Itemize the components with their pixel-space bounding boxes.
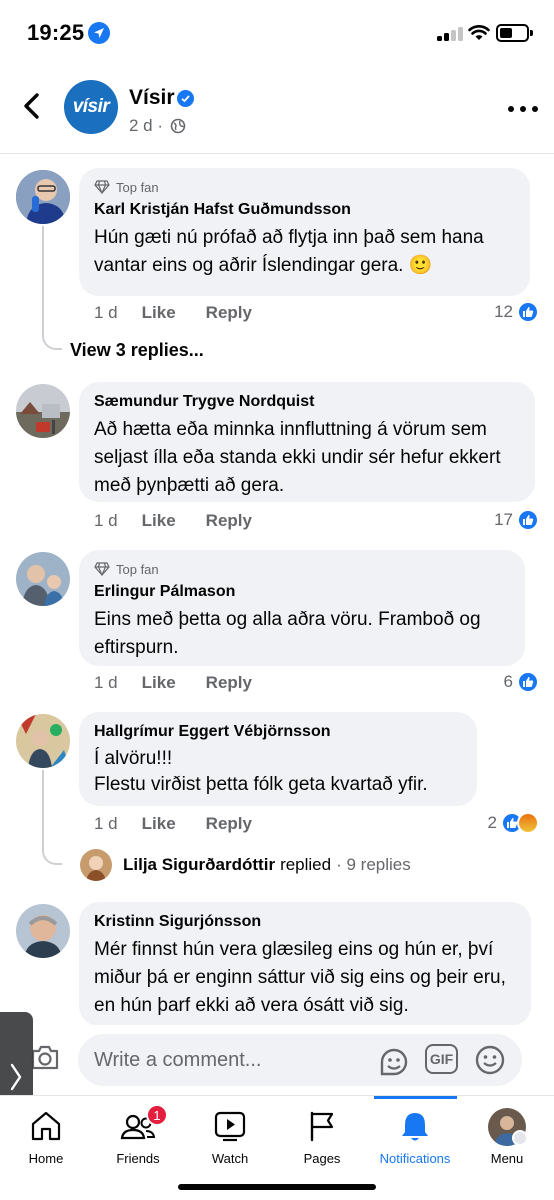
- flag-icon: [310, 1111, 334, 1142]
- comment-author[interactable]: Sæmundur Trygve Nordquist: [94, 392, 520, 412]
- reaction-summary[interactable]: 17: [494, 509, 539, 531]
- comment-author[interactable]: Erlingur Pálmason: [94, 582, 510, 602]
- comment-bubble: Top fan Erlingur Pálmason Eins með þetta…: [79, 550, 525, 666]
- comment-bubble: Hallgrímur Eggert Vébjörnsson Í alvöru!!…: [79, 712, 477, 806]
- watch-icon: [214, 1111, 246, 1142]
- reply-count: · 9 replies: [336, 855, 411, 874]
- reply-author: Lilja Sigurðardóttir: [123, 855, 276, 874]
- page-name[interactable]: Vísir: [129, 86, 175, 110]
- like-reaction-icon: [517, 301, 539, 323]
- bell-icon: [402, 1113, 428, 1141]
- view-replies-link[interactable]: View 3 replies...: [70, 340, 204, 361]
- nav-pages-label: Pages: [303, 1151, 341, 1166]
- nav-home-label: Home: [28, 1151, 64, 1166]
- nav-pages[interactable]: Pages: [276, 1096, 368, 1176]
- status-bar: 19:25: [0, 0, 554, 66]
- status-time: 19:25: [27, 20, 85, 45]
- globe-icon: [170, 118, 186, 134]
- reaction-count: 6: [503, 672, 513, 691]
- friends-badge: 1: [146, 1104, 168, 1126]
- location-arrow-icon: [88, 22, 110, 44]
- nav-friends[interactable]: 1 Friends: [92, 1096, 184, 1176]
- nav-watch[interactable]: Watch: [184, 1096, 276, 1176]
- comment-text: Mér finnst hún vera glæsileg eins og hún…: [94, 939, 506, 1016]
- avatar[interactable]: [16, 552, 70, 606]
- post-age: 2 d ·: [129, 116, 164, 135]
- post-header: vísir Vísir 2 d ·: [0, 66, 554, 154]
- more-options-button[interactable]: [508, 104, 538, 114]
- reaction-count: 17: [494, 510, 513, 529]
- top-fan-badge: Top fan: [116, 179, 159, 195]
- thread-line: [42, 226, 62, 350]
- chevron-right-icon: [10, 1063, 22, 1091]
- reaction-count: 12: [494, 302, 513, 321]
- comment-text: Hún gæti nú prófað að flytja inn það sem…: [94, 227, 484, 276]
- reaction-summary[interactable]: 2: [488, 812, 539, 834]
- like-button[interactable]: Like: [142, 511, 176, 531]
- comment-author[interactable]: Kristinn Sigurjónsson: [94, 912, 516, 932]
- back-button[interactable]: [16, 90, 48, 122]
- reply-button[interactable]: Reply: [206, 303, 252, 323]
- comment-bubble: Sæmundur Trygve Nordquist Að hætta eða m…: [79, 382, 535, 502]
- comment-age: 1 d: [94, 814, 118, 833]
- thread-line: [42, 770, 62, 865]
- avatar[interactable]: [16, 904, 70, 958]
- emoji-icon[interactable]: [474, 1044, 506, 1076]
- nav-notifications[interactable]: Notifications: [369, 1096, 461, 1176]
- comment-age: 1 d: [94, 511, 118, 530]
- reply-preview[interactable]: Lilja Sigurðardóttir replied · 9 replies: [80, 849, 411, 881]
- nav-menu-label: Menu: [490, 1151, 524, 1166]
- page-logo[interactable]: vísir: [64, 80, 118, 134]
- comment-actions: 1 d Like Reply: [94, 303, 252, 323]
- reply-button[interactable]: Reply: [206, 814, 252, 834]
- nav-home[interactable]: Home: [0, 1096, 92, 1176]
- comment-actions: 1 d Like Reply: [94, 814, 252, 834]
- sticker-icon[interactable]: [378, 1046, 410, 1078]
- reaction-count: 2: [487, 813, 497, 832]
- reply-button[interactable]: Reply: [206, 673, 252, 693]
- like-button[interactable]: Like: [142, 814, 176, 834]
- gif-icon[interactable]: GIF: [425, 1044, 458, 1074]
- avatar[interactable]: [16, 714, 70, 768]
- reply-button[interactable]: Reply: [206, 511, 252, 531]
- comment-text: Að hætta eða minnka innfluttning á vörum…: [94, 419, 501, 496]
- comment-text: Í alvöru!!! Flestu virðist þetta fólk ge…: [94, 748, 428, 795]
- reaction-summary[interactable]: 6: [504, 671, 539, 693]
- comment-composer: GIF: [0, 1025, 554, 1095]
- comment-author[interactable]: Hallgrímur Eggert Vébjörnsson: [94, 722, 462, 742]
- like-reaction-icon: [517, 671, 539, 693]
- diamond-icon: [94, 562, 110, 576]
- bottom-navigation: Home 1 Friends Watch Pages Notifications…: [0, 1095, 554, 1200]
- comment-author[interactable]: Karl Kristján Hafst Guðmundsson: [94, 200, 515, 220]
- home-indicator: [178, 1184, 376, 1190]
- diamond-icon: [94, 180, 110, 194]
- nav-notifications-label: Notifications: [379, 1151, 451, 1166]
- comment-bubble: Top fan Karl Kristján Hafst Guðmundsson …: [79, 168, 530, 296]
- verified-badge-icon: [177, 90, 194, 107]
- menu-icon: [512, 1130, 528, 1146]
- comment-bubble: Kristinn Sigurjónsson Mér finnst hún ver…: [79, 902, 531, 1026]
- avatar: [80, 849, 112, 881]
- like-button[interactable]: Like: [142, 673, 176, 693]
- avatar[interactable]: [16, 384, 70, 438]
- top-fan-badge: Top fan: [116, 561, 159, 577]
- home-icon: [31, 1111, 61, 1141]
- cellular-signal-icon: [437, 26, 463, 41]
- comment-actions: 1 d Like Reply: [94, 511, 252, 531]
- avatar[interactable]: [16, 170, 70, 224]
- like-button[interactable]: Like: [142, 303, 176, 323]
- angry-reaction-icon: [517, 812, 539, 834]
- comment-age: 1 d: [94, 673, 118, 692]
- battery-icon: [496, 24, 533, 42]
- comment-actions: 1 d Like Reply: [94, 673, 252, 693]
- reply-action: replied: [280, 855, 332, 874]
- like-reaction-icon: [517, 509, 539, 531]
- nav-friends-label: Friends: [116, 1151, 160, 1166]
- comment-age: 1 d: [94, 303, 118, 322]
- wifi-icon: [468, 25, 490, 40]
- reaction-summary[interactable]: 12: [494, 301, 539, 323]
- comment-text: Eins með þetta og alla aðra vöru. Frambo…: [94, 609, 481, 658]
- nav-watch-label: Watch: [211, 1151, 249, 1166]
- camera-icon[interactable]: [30, 1043, 60, 1071]
